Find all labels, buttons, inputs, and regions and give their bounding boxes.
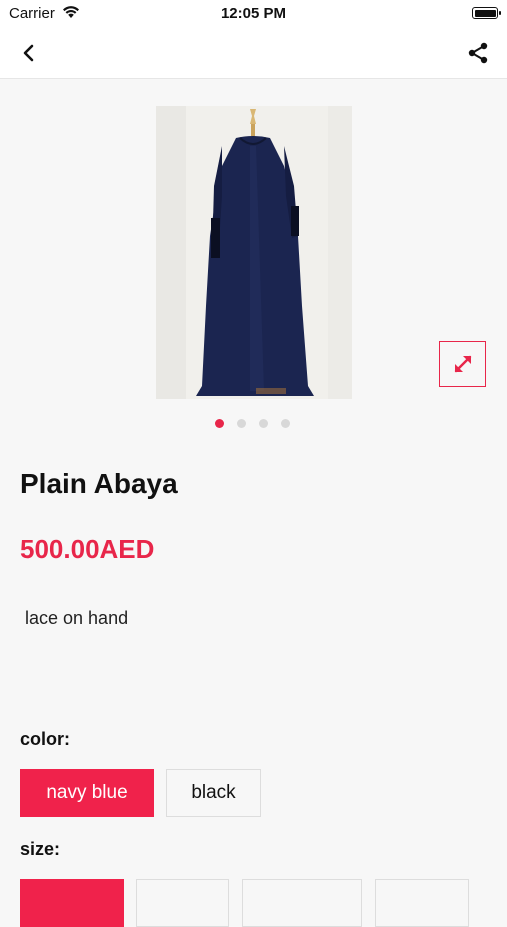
size-label: size:: [20, 839, 61, 859]
clock: 12:05 PM: [220, 5, 287, 22]
color-option-navy-blue[interactable]: navy blue: [20, 769, 154, 817]
size-option[interactable]: [136, 879, 229, 927]
share-icon: [468, 42, 488, 64]
battery-icon: [472, 7, 501, 19]
color-label: color:: [20, 729, 71, 749]
chevron-left-icon: [23, 44, 34, 62]
image-pager: [0, 419, 506, 428]
pager-dot[interactable]: [259, 419, 268, 428]
pager-dot[interactable]: [215, 419, 224, 428]
pager-dot[interactable]: [237, 419, 246, 428]
color-option-black[interactable]: black: [166, 769, 261, 817]
product-price: 500.00AED: [20, 534, 155, 564]
back-button[interactable]: [14, 39, 44, 67]
product-image[interactable]: [156, 106, 352, 399]
size-option[interactable]: [375, 879, 469, 927]
status-bar: Carrier 12:05 PM: [0, 0, 507, 28]
share-button[interactable]: [463, 39, 493, 67]
size-option[interactable]: [242, 879, 362, 927]
product-title: Plain Abaya: [20, 468, 178, 499]
nav-bar: [0, 28, 507, 79]
expand-arrows-icon: [454, 355, 471, 373]
product-description: lace on hand: [25, 608, 129, 628]
pager-dot[interactable]: [281, 419, 290, 428]
size-option[interactable]: [20, 879, 124, 927]
expand-button[interactable]: [439, 341, 486, 387]
